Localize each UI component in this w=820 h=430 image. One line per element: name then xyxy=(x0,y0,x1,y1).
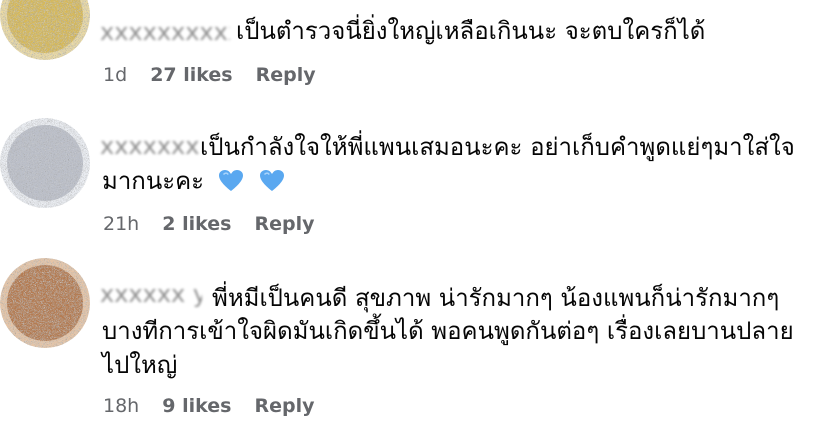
emoji-group xyxy=(218,164,294,198)
comment-likes[interactable]: 27 likes xyxy=(150,64,232,86)
avatar[interactable] xyxy=(0,258,90,348)
comment-likes[interactable]: 9 likes xyxy=(162,395,231,417)
avatar[interactable] xyxy=(0,0,90,60)
comment-text-line: เป็นกำลังใจให้พี่แพนเสมอนะคะ อย่าเก็บคำพ… xyxy=(200,133,795,161)
comment-author-redacted[interactable]: xxxxxxxxxx xyxy=(100,18,230,46)
comment-actions: 18h 9 likes Reply xyxy=(103,394,332,418)
comment-text-line: บางทีการเข้าใจผิดมันเกิดขึ้นได้ พอคนพูดก… xyxy=(102,317,794,345)
reply-button[interactable]: Reply xyxy=(256,64,316,86)
comment-time[interactable]: 21h xyxy=(103,213,139,235)
comment-actions: 1d 27 likes Reply xyxy=(103,63,333,87)
comment-likes[interactable]: 2 likes xyxy=(162,213,231,235)
reply-button[interactable]: Reply xyxy=(255,395,315,417)
comment-text: มากนะคะ xyxy=(102,164,293,198)
comment-author-redacted[interactable]: xxxxxx ya xyxy=(100,280,202,308)
comment-time[interactable]: 18h xyxy=(103,395,139,417)
comment-text: เป็นตำรวจนี่ยิ่งใหญ่เหลือเกินนะ จะตบใครก… xyxy=(236,14,705,48)
comment-text-line: มากนะคะ xyxy=(102,167,205,195)
comment-time[interactable]: 1d xyxy=(103,64,127,86)
comment-actions: 21h 2 likes Reply xyxy=(103,212,332,236)
comment-text: ไปใหญ่ xyxy=(102,348,177,382)
blue-heart-icon xyxy=(218,168,244,192)
blue-heart-icon xyxy=(259,168,285,192)
comment-text-line: เป็นตำรวจนี่ยิ่งใหญ่เหลือเกินนะ จะตบใครก… xyxy=(236,17,706,45)
avatar[interactable] xyxy=(0,118,90,208)
comment-text-line: ไปใหญ่ xyxy=(102,351,178,379)
reply-button[interactable]: Reply xyxy=(255,213,315,235)
comment-text: บางทีการเข้าใจผิดมันเกิดขึ้นได้ พอคนพูดก… xyxy=(102,314,794,348)
comment-text-line: พี่หมีเป็นคนดี สุขภาพ น่ารักมากๆ น้องแพน… xyxy=(212,284,780,312)
comment-text: เป็นกำลังใจให้พี่แพนเสมอนะคะ อย่าเก็บคำพ… xyxy=(200,130,795,164)
comment-author-redacted[interactable]: xxxxxxxxxx xyxy=(100,132,200,160)
comment-text: พี่หมีเป็นคนดี สุขภาพ น่ารักมากๆ น้องแพน… xyxy=(212,281,779,315)
